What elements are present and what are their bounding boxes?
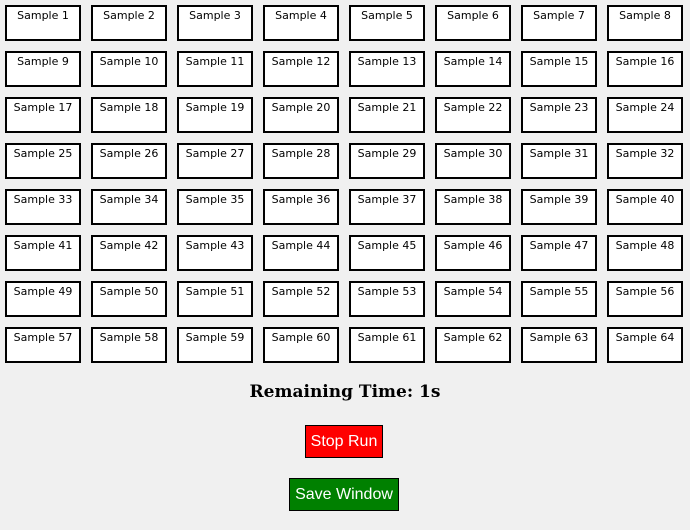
sample-box: Sample 42 xyxy=(91,235,167,271)
sample-box: Sample 29 xyxy=(349,143,425,179)
sample-box: Sample 26 xyxy=(91,143,167,179)
sample-box: Sample 50 xyxy=(91,281,167,317)
sample-box: Sample 43 xyxy=(177,235,253,271)
sample-box: Sample 5 xyxy=(349,5,425,41)
sample-box: Sample 49 xyxy=(5,281,81,317)
sample-box: Sample 33 xyxy=(5,189,81,225)
sample-box: Sample 4 xyxy=(263,5,339,41)
sample-box: Sample 15 xyxy=(521,51,597,87)
sample-box: Sample 11 xyxy=(177,51,253,87)
sample-box: Sample 53 xyxy=(349,281,425,317)
sample-box: Sample 2 xyxy=(91,5,167,41)
sample-box: Sample 57 xyxy=(5,327,81,363)
sample-box: Sample 47 xyxy=(521,235,597,271)
sample-box: Sample 37 xyxy=(349,189,425,225)
sample-box: Sample 19 xyxy=(177,97,253,133)
sample-box: Sample 62 xyxy=(435,327,511,363)
sample-box: Sample 31 xyxy=(521,143,597,179)
sample-box: Sample 27 xyxy=(177,143,253,179)
save-window-button[interactable]: Save Window xyxy=(289,478,399,511)
sample-box: Sample 38 xyxy=(435,189,511,225)
sample-box: Sample 16 xyxy=(607,51,683,87)
sample-box: Sample 6 xyxy=(435,5,511,41)
sample-box: Sample 55 xyxy=(521,281,597,317)
sample-box: Sample 41 xyxy=(5,235,81,271)
sample-box: Sample 54 xyxy=(435,281,511,317)
sample-box: Sample 63 xyxy=(521,327,597,363)
sample-box: Sample 12 xyxy=(263,51,339,87)
sample-box: Sample 20 xyxy=(263,97,339,133)
sample-box: Sample 45 xyxy=(349,235,425,271)
sample-box: Sample 58 xyxy=(91,327,167,363)
sample-box: Sample 23 xyxy=(521,97,597,133)
sample-box: Sample 1 xyxy=(5,5,81,41)
sample-box: Sample 22 xyxy=(435,97,511,133)
sample-box: Sample 44 xyxy=(263,235,339,271)
sample-box: Sample 51 xyxy=(177,281,253,317)
sample-box: Sample 52 xyxy=(263,281,339,317)
sample-box: Sample 61 xyxy=(349,327,425,363)
sample-box: Sample 17 xyxy=(5,97,81,133)
sample-box: Sample 59 xyxy=(177,327,253,363)
sample-box: Sample 46 xyxy=(435,235,511,271)
sample-box: Sample 25 xyxy=(5,143,81,179)
sample-box: Sample 64 xyxy=(607,327,683,363)
sample-box: Sample 10 xyxy=(91,51,167,87)
sample-box: Sample 35 xyxy=(177,189,253,225)
sample-box: Sample 56 xyxy=(607,281,683,317)
remaining-time-label: Remaining Time: 1s xyxy=(249,382,441,402)
sample-box: Sample 28 xyxy=(263,143,339,179)
sample-box: Sample 3 xyxy=(177,5,253,41)
sample-grid: Sample 1 Sample 2 Sample 3 Sample 4 Sample 5… xyxy=(5,5,683,363)
sample-box: Sample 39 xyxy=(521,189,597,225)
sample-box: Sample 40 xyxy=(607,189,683,225)
sample-box: Sample 13 xyxy=(349,51,425,87)
sample-box: Sample 34 xyxy=(91,189,167,225)
sample-box: Sample 36 xyxy=(263,189,339,225)
sample-box: Sample 14 xyxy=(435,51,511,87)
sample-box: Sample 18 xyxy=(91,97,167,133)
stop-run-button[interactable]: Stop Run xyxy=(305,425,383,458)
sample-box: Sample 60 xyxy=(263,327,339,363)
sample-box: Sample 48 xyxy=(607,235,683,271)
sample-box: Sample 24 xyxy=(607,97,683,133)
sample-box: Sample 30 xyxy=(435,143,511,179)
sample-box: Sample 21 xyxy=(349,97,425,133)
sample-box: Sample 32 xyxy=(607,143,683,179)
sample-box: Sample 8 xyxy=(607,5,683,41)
sample-box: Sample 9 xyxy=(5,51,81,87)
sample-box: Sample 7 xyxy=(521,5,597,41)
